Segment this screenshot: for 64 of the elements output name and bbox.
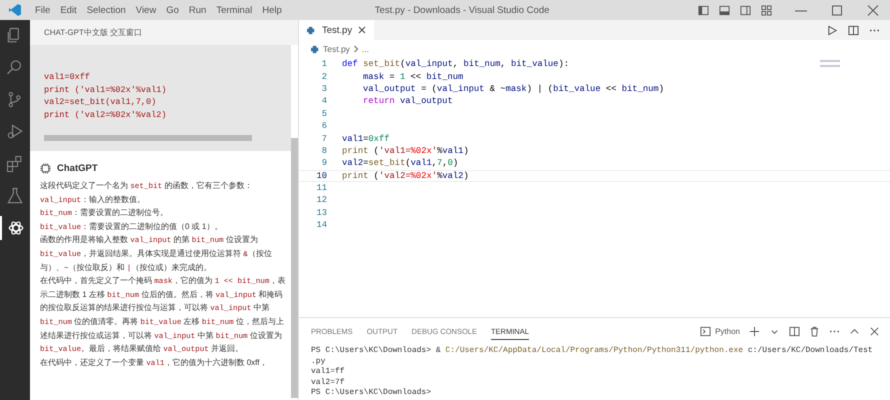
terminal-name[interactable]: Python [715, 326, 740, 336]
line-number: 9 [320, 158, 328, 168]
split-editor-icon[interactable] [848, 24, 859, 36]
tab-label[interactable]: Test.py [322, 24, 352, 36]
split-layout-icon[interactable] [740, 4, 751, 16]
panel-layout-icon[interactable] [719, 4, 730, 16]
window-title: Test.py - Downloads - Visual Studio Code [374, 4, 550, 16]
plus-icon[interactable] [749, 326, 760, 336]
code-block: val1=0xff print ('val1=%02x'%val1) val2=set_bit(val1,7,0) print ('val2=%02x'%val2) [30, 45, 291, 151]
breadcrumb-item[interactable]: Test.py [323, 44, 350, 54]
code-line: val2=set_bit(val1,7,0) [342, 158, 458, 168]
line-number: 3 [320, 84, 328, 94]
editor-tab[interactable]: Test.py [299, 20, 374, 40]
line-number: 10 [315, 170, 328, 181]
maximize-icon[interactable] [830, 4, 844, 16]
terminal-line: PS C:\Users\KC\Downloads> & C:/Users/KC/AppData/Local/Programs/Python/Python311/python.exe c:/Users/KC/Downloads/Test [311, 346, 874, 356]
code-line: val_output = (val_input & ~mask) | (bit_value << bit_num) [363, 84, 664, 94]
split-terminal-icon[interactable] [789, 326, 800, 336]
panel-title: CHAT-GPT中文版 交互窗口 [43, 27, 144, 39]
line-number: 6 [320, 121, 328, 132]
line-number: 12 [315, 195, 328, 206]
python-file-icon [307, 26, 316, 34]
play-icon[interactable] [827, 24, 838, 36]
code-line: mask = 1 << bit_num [363, 72, 464, 82]
menu-item[interactable]: Go [161, 4, 184, 16]
grid-layout-icon[interactable] [761, 4, 772, 16]
line-number: 7 [320, 134, 328, 144]
line-number: 13 [315, 208, 328, 218]
line-number: 4 [320, 96, 328, 106]
menu-item[interactable]: View [130, 4, 162, 16]
terminal-line: val2=7f [311, 378, 346, 388]
menu-item[interactable]: File [30, 4, 56, 16]
code-line: print ('val1=%02x'%val1) [342, 146, 469, 156]
sidebar-layout-icon[interactable] [698, 4, 709, 16]
close-icon[interactable] [866, 4, 880, 16]
code-line: return val_output [363, 96, 453, 106]
line-number: 2 [320, 72, 328, 82]
line-number: 5 [320, 108, 328, 119]
code-line: def set_bit(val_input, bit_num, bit_value): [342, 59, 570, 70]
trash-icon[interactable] [809, 326, 820, 336]
line-number: 1 [320, 59, 328, 70]
chip-icon [40, 163, 51, 174]
close-icon[interactable] [869, 326, 880, 336]
author-name: ChatGPT [57, 163, 98, 174]
terminal-line: .py [311, 356, 326, 367]
line-number: 11 [315, 183, 328, 194]
code-line: val1=0xff [342, 134, 390, 144]
breadcrumb-item[interactable]: ... [362, 44, 370, 54]
line-number: 14 [315, 220, 328, 230]
line-number: 8 [320, 146, 328, 156]
close-icon[interactable] [358, 26, 366, 34]
menu-item[interactable]: Run [184, 4, 212, 16]
scrollbar-thumb[interactable] [291, 138, 298, 398]
code-line: print ('val2=%02x'%val2) [342, 170, 469, 181]
terminal-icon[interactable] [700, 326, 712, 336]
menu-item[interactable]: Terminal [211, 4, 258, 16]
python-file-icon [311, 44, 320, 54]
terminal-line: val1=ff [311, 367, 346, 378]
chevron-icon [352, 45, 359, 53]
menu-item[interactable]: Selection [82, 4, 131, 16]
terminal-line: PS C:\Users\KC\Downloads> [311, 388, 432, 398]
app-logo-icon [8, 3, 22, 17]
menu-item[interactable]: Edit [55, 4, 82, 16]
menu-item[interactable]: Help [257, 4, 287, 16]
